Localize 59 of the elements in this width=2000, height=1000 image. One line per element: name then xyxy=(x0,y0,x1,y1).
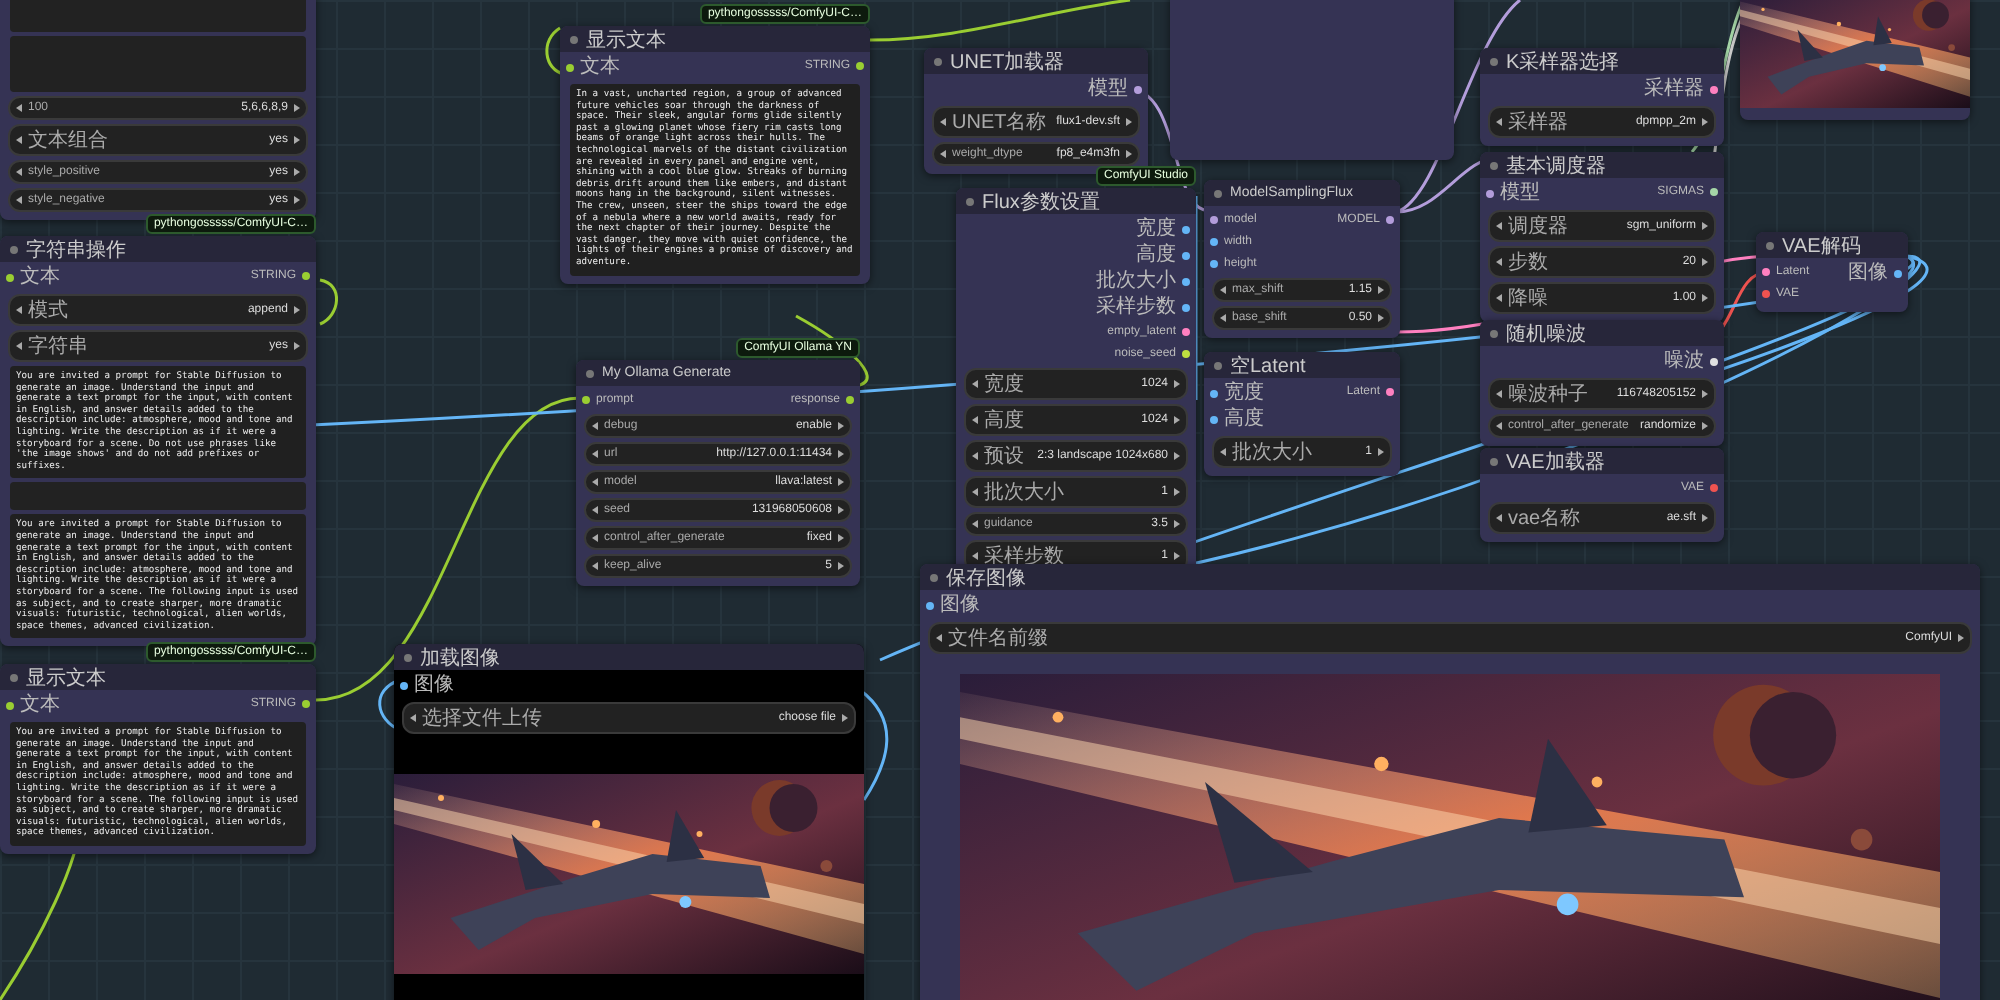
node-header[interactable]: VAE解码 xyxy=(1756,232,1908,258)
node-header[interactable]: 基本调度器 xyxy=(1480,152,1724,178)
output-slot-icon[interactable] xyxy=(856,62,864,70)
node-header[interactable]: UNET加载器 xyxy=(924,48,1148,74)
collapse-dot-icon[interactable] xyxy=(1490,161,1498,169)
collapse-dot-icon[interactable] xyxy=(1214,189,1222,197)
node-title: VAE解码 xyxy=(1782,233,1861,259)
collapse-dot-icon[interactable] xyxy=(10,245,18,253)
collapse-dot-icon[interactable] xyxy=(10,673,18,681)
node-header[interactable]: 保存图像 xyxy=(920,564,1980,590)
output-label: 宽度 xyxy=(1136,218,1176,242)
output-label: 采样器 xyxy=(1644,78,1704,102)
collapse-dot-icon[interactable] xyxy=(1766,241,1774,249)
output-slot-icon[interactable] xyxy=(1182,226,1190,234)
collapse-dot-icon[interactable] xyxy=(1490,57,1498,65)
connection-wire xyxy=(545,26,565,76)
output-slot-icon[interactable] xyxy=(1710,86,1718,94)
node-header[interactable]: 加载图像 xyxy=(394,644,864,670)
input-slot-icon[interactable] xyxy=(400,682,408,690)
node-header[interactable]: 字符串操作 xyxy=(0,236,316,262)
node-title: K采样器选择 xyxy=(1506,49,1620,75)
collapse-dot-icon[interactable] xyxy=(966,197,974,205)
output-slot-icon[interactable] xyxy=(302,700,310,708)
node-title: 显示文本 xyxy=(586,27,666,53)
node-title: 字符串操作 xyxy=(26,237,126,263)
input-label: 文本 xyxy=(20,694,60,718)
collapse-dot-icon[interactable] xyxy=(1490,457,1498,465)
input-slot-icon[interactable] xyxy=(566,64,574,72)
input-slot-icon[interactable] xyxy=(1486,190,1494,198)
node-title: 加载图像 xyxy=(420,645,500,671)
node-title: Flux参数设置 xyxy=(982,189,1100,215)
node-header[interactable]: VAE加载器 xyxy=(1480,448,1724,474)
input-label: 图像 xyxy=(940,594,980,618)
input-slot-icon[interactable] xyxy=(6,274,14,282)
input-slot-icon[interactable] xyxy=(6,702,14,710)
input-label: 文本 xyxy=(580,56,620,80)
node-header[interactable]: 显示文本 xyxy=(0,664,316,690)
node-header[interactable]: Flux参数设置 xyxy=(956,188,1196,214)
node-header[interactable]: 显示文本 xyxy=(560,26,870,52)
node-title: VAE加载器 xyxy=(1506,449,1605,475)
collapse-dot-icon[interactable] xyxy=(930,573,938,581)
connection-wire xyxy=(859,688,889,801)
input-label: 图像 xyxy=(414,674,454,698)
node-title: UNET加载器 xyxy=(950,49,1065,75)
collapse-dot-icon[interactable] xyxy=(570,35,578,43)
output-slot-icon[interactable] xyxy=(1386,216,1394,224)
node-title: 基本调度器 xyxy=(1506,153,1606,179)
input-slot-icon[interactable] xyxy=(926,602,934,610)
collapse-dot-icon[interactable] xyxy=(934,57,942,65)
input-slot-icon[interactable] xyxy=(1210,238,1218,246)
input-slot-icon[interactable] xyxy=(1210,216,1218,224)
node-title: 显示文本 xyxy=(26,665,106,691)
node-header[interactable]: K采样器选择 xyxy=(1480,48,1724,74)
input-label: 模型 xyxy=(1500,182,1540,206)
output-label: 模型 xyxy=(1088,78,1128,102)
output-slot-icon[interactable] xyxy=(1134,86,1142,94)
collapse-dot-icon[interactable] xyxy=(404,653,412,661)
output-slot-icon[interactable] xyxy=(1710,188,1718,196)
input-label: 文本 xyxy=(20,266,60,290)
